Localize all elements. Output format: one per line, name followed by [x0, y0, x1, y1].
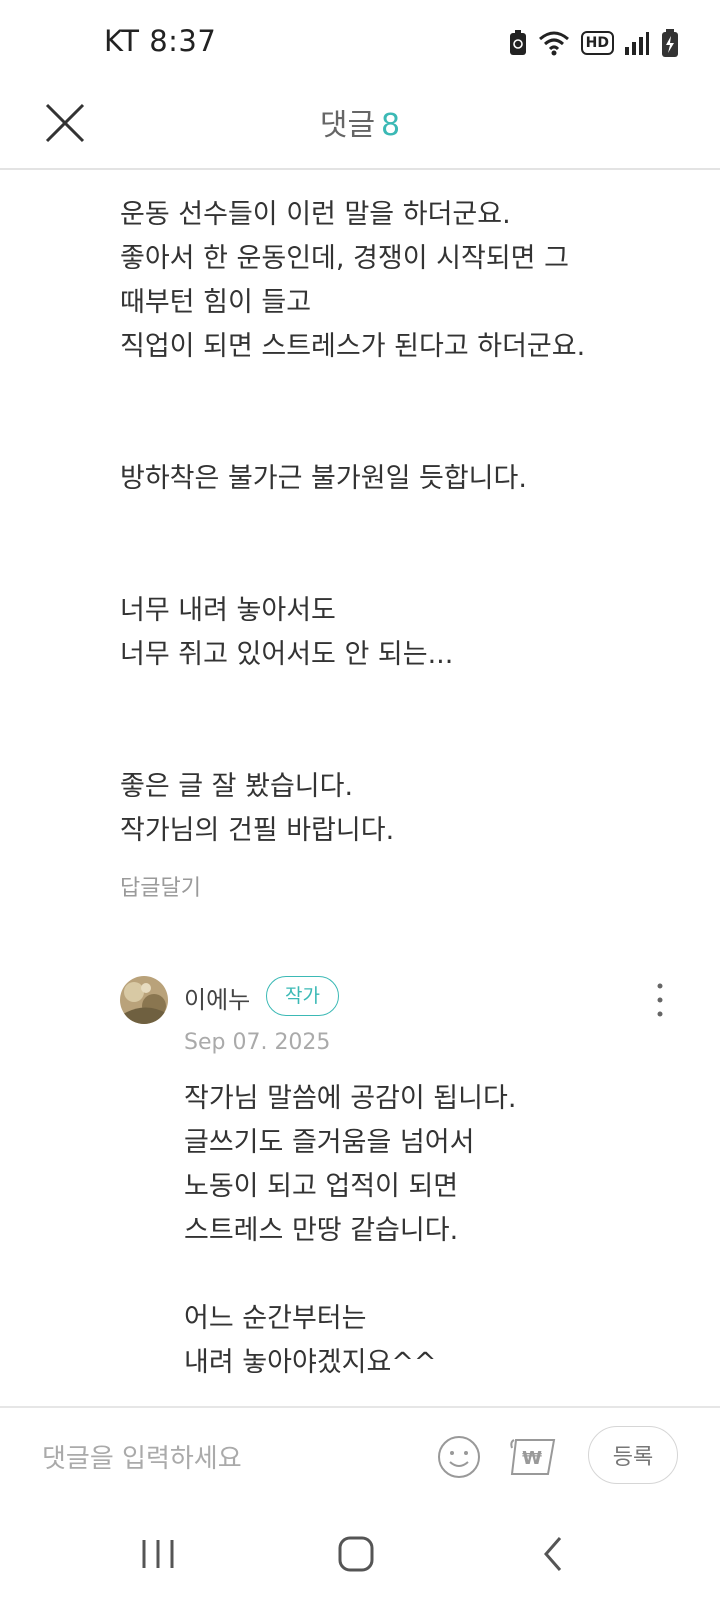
home-icon [338, 1536, 374, 1572]
comment-text-line: 작가님의 건필 바랍니다. [120, 815, 395, 846]
comment-text-line: 너무 쥐고 있어서도 안 되는... [120, 639, 454, 670]
emoji-button[interactable] [436, 1434, 482, 1480]
comment-list: 운동 선수들이 이런 말을 하더군요. 좋아서 한 운동인데, 경쟁이 시작되면… [0, 170, 720, 1406]
more-options-button[interactable] [650, 980, 670, 1020]
comment-count: 8 [381, 108, 401, 143]
wifi-icon [538, 31, 569, 56]
comment-text-line: 방하착은 불가근 불가원일 듯합니다. [120, 463, 527, 494]
comment-input-bar: ₩ 등록 [0, 1406, 720, 1508]
comment-input[interactable] [40, 1434, 424, 1484]
avatar-image [120, 976, 168, 1024]
battery-icon [662, 29, 678, 57]
reply-text-line: 어느 순간부터는 [184, 1303, 367, 1334]
page-title-label: 댓글 [319, 108, 376, 143]
svg-text:₩: ₩ [522, 1448, 542, 1469]
reply-link[interactable]: 답글달기 [120, 870, 201, 902]
recent-apps-button[interactable] [136, 1534, 180, 1574]
battery-saver-icon [509, 30, 526, 55]
avatar [120, 976, 168, 1024]
comment-text-line: 너무 내려 놓아서도 [120, 595, 336, 626]
status-bar: KT 8:37 HD [0, 0, 720, 86]
page-title: 댓글 8 [0, 100, 720, 144]
reply-date: Sep 07. 2025 [184, 1030, 331, 1055]
comment-text-line: 운동 선수들이 이런 말을 하더군요. [120, 199, 511, 230]
reply-text-line: 내려 놓아야겠지요^^ [184, 1347, 437, 1378]
comment-text-line: 때부턴 힘이 들고 [120, 287, 312, 318]
back-icon [544, 1537, 562, 1571]
carrier-time: KT 8:37 [104, 24, 217, 58]
reply-text-line: 스트레스 만땅 같습니다. [184, 1215, 459, 1246]
system-nav-bar [0, 1508, 720, 1600]
signal-icon [625, 32, 649, 55]
won-tip-icon: ₩ [510, 1439, 556, 1475]
recent-apps-icon [142, 1540, 174, 1568]
more-vertical-icon [657, 983, 663, 1017]
comment-text-line: 좋은 글 잘 봤습니다. [120, 771, 354, 802]
reply-text-line: 노동이 되고 업적이 되면 [184, 1171, 459, 1202]
reply-text-line: 작가님 말씀에 공감이 됩니다. [184, 1083, 517, 1114]
tip-button[interactable]: ₩ [508, 1434, 560, 1480]
comment-text-line: 좋아서 한 운동인데, 경쟁이 시작되면 그 [120, 243, 569, 274]
submit-button[interactable]: 등록 [588, 1426, 678, 1484]
author-name[interactable]: 이에누 [184, 980, 250, 1015]
emoji-icon [438, 1436, 480, 1478]
home-button[interactable] [334, 1534, 378, 1574]
reply-text-line: 글쓰기도 즐거움을 넘어서 [184, 1127, 475, 1158]
author-badge: 작가 [266, 976, 339, 1016]
status-icons: HD [509, 28, 680, 58]
network-type-icon: HD [580, 31, 614, 55]
comments-header: 댓글 8 [0, 86, 720, 170]
back-button[interactable] [532, 1534, 576, 1574]
comment-text-line: 직업이 되면 스트레스가 된다고 하더군요. [120, 331, 586, 362]
